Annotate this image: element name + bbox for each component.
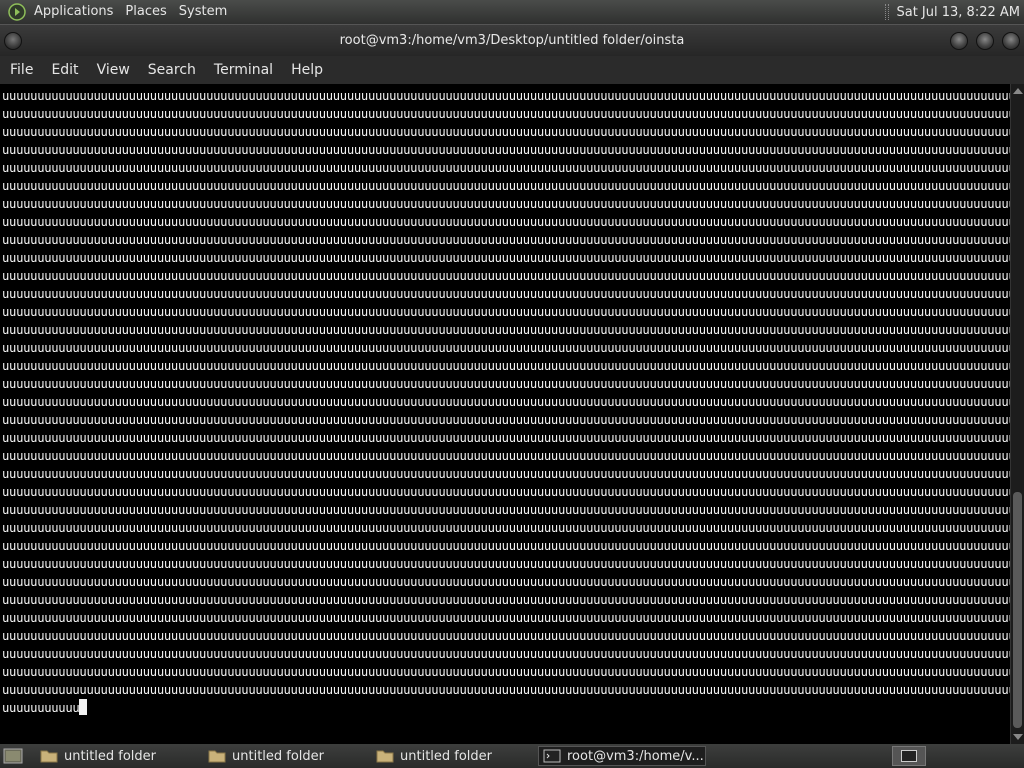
clock[interactable]: Sat Jul 13, 8:22 AM xyxy=(892,5,1024,20)
terminal-line: uuuuuuuuuuuuuuuuuuuuuuuuuuuuuuuuuuuuuuuu… xyxy=(2,395,1010,409)
scrollbar-thumb[interactable] xyxy=(1013,492,1022,728)
terminal-line: uuuuuuuuuuuuuuuuuuuuuuuuuuuuuuuuuuuuuuuu… xyxy=(2,233,1010,247)
taskbar-task-folder-3[interactable]: untitled folder xyxy=(372,746,534,766)
terminal-icon xyxy=(543,749,561,763)
terminal-line: uuuuuuuuuuuuuuuuuuuuuuuuuuuuuuuuuuuuuuuu… xyxy=(2,89,1010,103)
workspace-thumbnail-icon xyxy=(901,750,917,762)
terminal-line: uuuuuuuuuuuuuuuuuuuuuuuuuuuuuuuuuuuuuuuu… xyxy=(2,143,1010,157)
minimize-button[interactable] xyxy=(950,32,968,50)
terminal-line: uuuuuuuuuuuuuuuuuuuuuuuuuuuuuuuuuuuuuuuu… xyxy=(2,251,1010,265)
terminal-line: uuuuuuuuuuuuuuuuuuuuuuuuuuuuuuuuuuuuuuuu… xyxy=(2,197,1010,211)
terminal-line: uuuuuuuuuuu xyxy=(2,699,1010,717)
places-menu[interactable]: Places xyxy=(119,0,172,24)
window-title: root@vm3:/home/vm3/Desktop/untitled fold… xyxy=(339,33,685,48)
terminal-line: uuuuuuuuuuuuuuuuuuuuuuuuuuuuuuuuuuuuuuuu… xyxy=(2,413,1010,427)
terminal-line: uuuuuuuuuuuuuuuuuuuuuuuuuuuuuuuuuuuuuuuu… xyxy=(2,665,1010,679)
taskbar-task-folder-1[interactable]: untitled folder xyxy=(36,746,198,766)
menu-view[interactable]: View xyxy=(90,56,137,84)
taskbar-task-label: untitled folder xyxy=(400,748,493,764)
taskbar-task-terminal[interactable]: root@vm3:/home/v... xyxy=(538,746,706,766)
terminal-last-line-text: uuuuuuuuuuu xyxy=(2,701,80,715)
workspace-switcher[interactable] xyxy=(892,746,926,766)
terminal-line: uuuuuuuuuuuuuuuuuuuuuuuuuuuuuuuuuuuuuuuu… xyxy=(2,179,1010,193)
taskbar-task-label: untitled folder xyxy=(232,748,325,764)
terminal-line: uuuuuuuuuuuuuuuuuuuuuuuuuuuuuuuuuuuuuuuu… xyxy=(2,485,1010,499)
menu-file[interactable]: File xyxy=(3,56,40,84)
applications-menu[interactable]: Applications xyxy=(28,0,119,24)
taskbar-task-folder-2[interactable]: untitled folder xyxy=(204,746,366,766)
terminal-line: uuuuuuuuuuuuuuuuuuuuuuuuuuuuuuuuuuuuuuuu… xyxy=(2,107,1010,121)
terminal-lines: uuuuuuuuuuuuuuuuuuuuuuuuuuuuuuuuuuuuuuuu… xyxy=(2,87,1010,717)
folder-icon xyxy=(376,750,394,763)
terminal-line: uuuuuuuuuuuuuuuuuuuuuuuuuuuuuuuuuuuuuuuu… xyxy=(2,629,1010,643)
terminal-line: uuuuuuuuuuuuuuuuuuuuuuuuuuuuuuuuuuuuuuuu… xyxy=(2,575,1010,589)
terminal-line: uuuuuuuuuuuuuuuuuuuuuuuuuuuuuuuuuuuuuuuu… xyxy=(2,377,1010,391)
terminal-line: uuuuuuuuuuuuuuuuuuuuuuuuuuuuuuuuuuuuuuuu… xyxy=(2,215,1010,229)
terminal-line: uuuuuuuuuuuuuuuuuuuuuuuuuuuuuuuuuuuuuuuu… xyxy=(2,557,1010,571)
taskbar-task-label: root@vm3:/home/v... xyxy=(567,748,704,764)
scroll-down-arrow-icon[interactable] xyxy=(1013,734,1023,740)
panel-drag-handle[interactable] xyxy=(885,4,890,20)
terminal-line: uuuuuuuuuuuuuuuuuuuuuuuuuuuuuuuuuuuuuuuu… xyxy=(2,161,1010,175)
terminal-line: uuuuuuuuuuuuuuuuuuuuuuuuuuuuuuuuuuuuuuuu… xyxy=(2,467,1010,481)
maximize-button[interactable] xyxy=(976,32,994,50)
menu-search[interactable]: Search xyxy=(141,56,203,84)
bottom-taskbar: untitled folder untitled folder untitled… xyxy=(0,744,1024,768)
terminal-line: uuuuuuuuuuuuuuuuuuuuuuuuuuuuuuuuuuuuuuuu… xyxy=(2,359,1010,373)
terminal-line: uuuuuuuuuuuuuuuuuuuuuuuuuuuuuuuuuuuuuuuu… xyxy=(2,521,1010,535)
show-desktop-icon[interactable] xyxy=(2,746,24,766)
close-button[interactable] xyxy=(1002,32,1020,50)
terminal-output[interactable]: uuuuuuuuuuuuuuuuuuuuuuuuuuuuuuuuuuuuuuuu… xyxy=(0,84,1010,744)
terminal-line: uuuuuuuuuuuuuuuuuuuuuuuuuuuuuuuuuuuuuuuu… xyxy=(2,611,1010,625)
terminal-line: uuuuuuuuuuuuuuuuuuuuuuuuuuuuuuuuuuuuuuuu… xyxy=(2,503,1010,517)
top-panel: Applications Places System Sat Jul 13, 8… xyxy=(0,0,1024,24)
terminal-line: uuuuuuuuuuuuuuuuuuuuuuuuuuuuuuuuuuuuuuuu… xyxy=(2,539,1010,553)
terminal-line: uuuuuuuuuuuuuuuuuuuuuuuuuuuuuuuuuuuuuuuu… xyxy=(2,449,1010,463)
terminal-line: uuuuuuuuuuuuuuuuuuuuuuuuuuuuuuuuuuuuuuuu… xyxy=(2,431,1010,445)
folder-icon xyxy=(208,750,226,763)
terminal-line: uuuuuuuuuuuuuuuuuuuuuuuuuuuuuuuuuuuuuuuu… xyxy=(2,341,1010,355)
scroll-up-arrow-icon[interactable] xyxy=(1013,88,1023,94)
terminal-line: uuuuuuuuuuuuuuuuuuuuuuuuuuuuuuuuuuuuuuuu… xyxy=(2,593,1010,607)
folder-icon xyxy=(40,750,58,763)
terminal-line: uuuuuuuuuuuuuuuuuuuuuuuuuuuuuuuuuuuuuuuu… xyxy=(2,683,1010,697)
terminal-line: uuuuuuuuuuuuuuuuuuuuuuuuuuuuuuuuuuuuuuuu… xyxy=(2,269,1010,283)
terminal-line: uuuuuuuuuuuuuuuuuuuuuuuuuuuuuuuuuuuuuuuu… xyxy=(2,323,1010,337)
menu-terminal[interactable]: Terminal xyxy=(207,56,280,84)
taskbar-task-label: untitled folder xyxy=(64,748,157,764)
menu-edit[interactable]: Edit xyxy=(44,56,85,84)
window-menu-button[interactable] xyxy=(4,32,22,50)
system-menu[interactable]: System xyxy=(173,0,233,24)
terminal-line: uuuuuuuuuuuuuuuuuuuuuuuuuuuuuuuuuuuuuuuu… xyxy=(2,287,1010,301)
terminal-line: uuuuuuuuuuuuuuuuuuuuuuuuuuuuuuuuuuuuuuuu… xyxy=(2,125,1010,139)
terminal-line: uuuuuuuuuuuuuuuuuuuuuuuuuuuuuuuuuuuuuuuu… xyxy=(2,305,1010,319)
gnome-foot-icon[interactable] xyxy=(8,3,26,21)
terminal-scrollbar[interactable] xyxy=(1010,84,1024,744)
terminal-menubar: File Edit View Search Terminal Help xyxy=(0,56,1024,84)
window-titlebar[interactable]: root@vm3:/home/vm3/Desktop/untitled fold… xyxy=(0,24,1024,56)
terminal-cursor xyxy=(79,699,88,715)
menu-help[interactable]: Help xyxy=(284,56,330,84)
terminal-line: uuuuuuuuuuuuuuuuuuuuuuuuuuuuuuuuuuuuuuuu… xyxy=(2,647,1010,661)
